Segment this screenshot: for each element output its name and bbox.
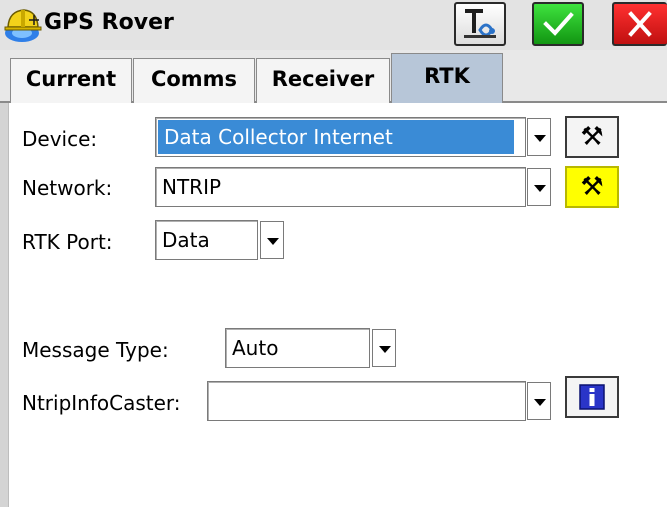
network-dropdown-button[interactable] — [527, 168, 551, 206]
rtk-port-dropdown-button[interactable] — [260, 221, 284, 259]
link-settings-button[interactable] — [454, 2, 506, 46]
message-type-dropdown-button[interactable] — [372, 329, 396, 367]
info-icon — [579, 384, 605, 410]
message-type-label: Message Type: — [22, 338, 169, 362]
tab-comms[interactable]: Comms — [133, 58, 255, 103]
hammer-wrench-icon: ⚒ — [580, 122, 604, 152]
tab-receiver[interactable]: Receiver — [256, 58, 390, 103]
link-settings-icon — [464, 9, 496, 38]
hardhat-satellite-icon — [2, 5, 44, 45]
rtk-panel — [0, 103, 667, 507]
network-select[interactable]: NTRIP — [155, 167, 526, 207]
checkmark-icon — [543, 12, 574, 36]
network-label: Network: — [22, 176, 113, 200]
device-value: Data Collector Internet — [158, 120, 514, 154]
close-icon — [628, 11, 652, 37]
rtk-port-select[interactable]: Data — [155, 220, 258, 260]
cancel-button[interactable] — [612, 2, 667, 46]
ok-button[interactable] — [532, 2, 584, 46]
hammer-wrench-icon: ⚒ — [580, 172, 604, 202]
window-title: GPS Rover — [44, 10, 174, 35]
device-dropdown-button[interactable] — [527, 118, 551, 156]
device-settings-button[interactable]: ⚒ — [565, 116, 619, 158]
ntrip-info-caster-select[interactable] — [207, 381, 526, 421]
device-label: Device: — [22, 127, 98, 151]
message-type-select[interactable]: Auto — [225, 328, 370, 368]
rtk-port-label: RTK Port: — [22, 230, 113, 254]
tab-current[interactable]: Current — [10, 58, 132, 103]
ntrip-info-caster-label: NtripInfoCaster: — [22, 391, 181, 415]
panel-border — [0, 103, 9, 507]
tab-rtk[interactable]: RTK — [391, 53, 503, 103]
ntrip-info-caster-dropdown-button[interactable] — [527, 382, 551, 420]
ntrip-info-button[interactable] — [565, 376, 619, 418]
device-select[interactable]: Data Collector Internet — [155, 117, 526, 157]
network-settings-button[interactable]: ⚒ — [565, 166, 619, 208]
